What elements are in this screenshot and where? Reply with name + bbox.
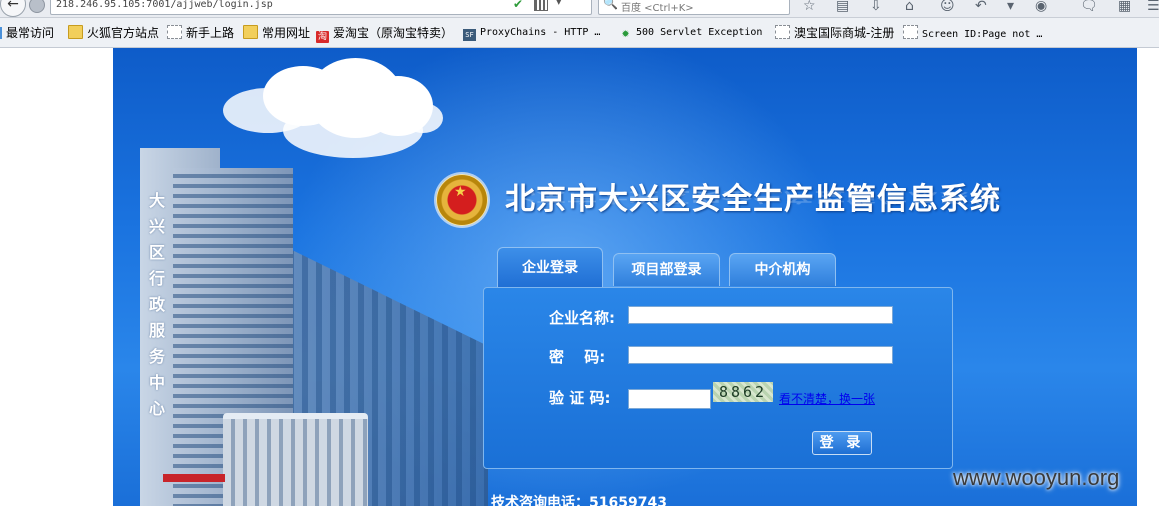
captcha-input[interactable] xyxy=(628,389,711,409)
login-page: 大兴区行政服务中心 ★ 北京市大兴区安全生产监管信息系统 北京市大兴区安全生产监… xyxy=(113,48,1137,506)
qr-code-icon[interactable] xyxy=(534,0,548,11)
bookmarks-icon xyxy=(0,27,2,39)
taobao-icon: 淘 xyxy=(316,31,329,43)
tab-project-login[interactable]: 项目部登录 xyxy=(613,253,720,286)
national-emblem-icon: ★ xyxy=(436,174,488,226)
bookmark-item[interactable]: 常用网址 xyxy=(243,25,310,41)
bookmark-item[interactable]: Screen ID:Page not … xyxy=(903,25,1042,41)
bookmark-label: ProxyChains - HTTP … xyxy=(480,27,601,38)
captcha-image[interactable]: 8862 xyxy=(713,382,773,402)
sf-icon: SF xyxy=(463,29,476,41)
bookmark-label: 最常访问 xyxy=(6,26,55,40)
back-button[interactable]: ← xyxy=(0,0,26,17)
bookmark-item[interactable]: 最常访问 xyxy=(0,25,54,41)
reading-list-icon[interactable]: ▤ xyxy=(836,0,849,14)
page-icon xyxy=(775,25,790,39)
dropdown-arrow-icon[interactable]: ▾ xyxy=(1007,0,1014,14)
download-icon[interactable]: ⇩ xyxy=(870,0,882,14)
bookmark-item[interactable]: 新手上路 xyxy=(167,25,234,41)
folder-icon xyxy=(243,25,258,39)
bookmark-label: 澳宝国际商城-注册 xyxy=(794,26,895,40)
address-bar[interactable]: 218.246.95.105:7001/ajjweb/login.jsp ✔ ▾… xyxy=(50,0,628,15)
gear-icon: ✹ xyxy=(621,26,630,41)
company-name-input[interactable] xyxy=(628,306,893,324)
bookmark-label: 火狐官方站点 xyxy=(87,26,160,40)
bookmark-label: 爱淘宝（原淘宝特卖） xyxy=(333,26,454,40)
password-input[interactable] xyxy=(628,346,893,364)
page-icon xyxy=(903,25,918,39)
building-vertical-text: 大兴区行政服务中心 xyxy=(148,191,165,418)
smiley-icon[interactable]: ☺ xyxy=(940,0,955,14)
contact-phone: 技术咨询电话：51659743 xyxy=(491,495,667,506)
bookmark-label: 新手上路 xyxy=(186,26,235,40)
shield-icon[interactable]: ✔ xyxy=(513,0,523,11)
search-icon: 🔍 xyxy=(603,0,618,10)
addon-icon[interactable]: ◉ xyxy=(1035,0,1047,14)
refresh-captcha-link[interactable]: 看不清楚，换一张 xyxy=(779,390,875,407)
browser-toolbar: ← 218.246.95.105:7001/ajjweb/login.jsp ✔… xyxy=(0,0,1159,18)
password-label: 密 码: xyxy=(549,348,606,366)
watermark: www.wooyun.org xyxy=(953,465,1120,490)
dropdown-arrow-icon[interactable]: ▾ xyxy=(556,0,562,8)
url-text[interactable]: 218.246.95.105:7001/ajjweb/login.jsp xyxy=(56,0,273,10)
bookmarks-bar: 最常访问 火狐官方站点 新手上路 常用网址 淘爱淘宝（原淘宝特卖） SF Prox… xyxy=(0,18,1159,48)
page-icon xyxy=(167,25,182,39)
bookmark-label: Screen ID:Page not … xyxy=(922,29,1043,40)
chat-icon[interactable]: 🗨 xyxy=(1080,0,1098,14)
folder-icon xyxy=(68,25,83,39)
undo-icon[interactable]: ↶ xyxy=(975,0,987,14)
site-identity-icon[interactable] xyxy=(29,0,45,13)
company-name-label: 企业名称: xyxy=(549,309,615,327)
login-button[interactable]: 登 录 xyxy=(812,431,872,455)
bookmark-item[interactable]: 澳宝国际商城-注册 xyxy=(775,25,894,41)
bookmark-label: 500 Servlet Exception xyxy=(636,27,763,38)
puzzle-icon[interactable]: ▦ xyxy=(1118,0,1131,14)
tab-agency[interactable]: 中介机构 xyxy=(729,253,836,286)
bookmark-item[interactable]: 火狐官方站点 xyxy=(68,25,159,41)
page-title-reflection: 北京市大兴区安全生产监管信息系统 xyxy=(505,188,1001,205)
home-icon[interactable]: ⌂ xyxy=(905,0,914,14)
captcha-label: 验 证 码: xyxy=(549,389,611,407)
tab-company-login[interactable]: 企业登录 xyxy=(497,247,603,288)
bookmark-item[interactable]: SF ProxyChains - HTTP … xyxy=(463,25,600,41)
menu-icon[interactable]: ☰ xyxy=(1147,0,1159,14)
search-box[interactable]: 🔍 百度 <Ctrl+K> xyxy=(598,0,790,15)
bookmark-item[interactable]: 淘爱淘宝（原淘宝特卖） xyxy=(316,25,454,43)
bookmark-item[interactable]: ✹ 500 Servlet Exception xyxy=(619,25,763,41)
bookmark-star-icon[interactable]: ☆ xyxy=(803,0,816,14)
bookmark-label: 常用网址 xyxy=(262,26,311,40)
search-placeholder[interactable]: 百度 <Ctrl+K> xyxy=(621,0,694,14)
